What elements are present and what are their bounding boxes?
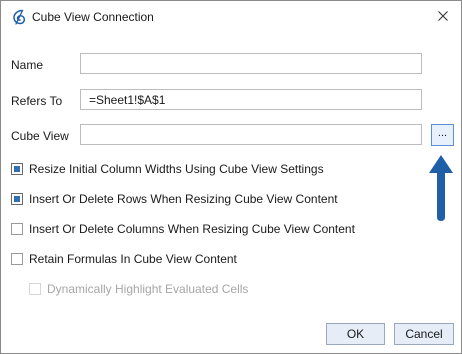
insert-delete-rows-checkbox[interactable]	[11, 193, 23, 205]
insert-delete-rows-label: Insert Or Delete Rows When Resizing Cube…	[29, 192, 338, 206]
insert-delete-columns-checkbox[interactable]	[11, 223, 23, 235]
retain-formulas-checkbox[interactable]	[11, 253, 23, 265]
cube-view-browse-button[interactable]: ...	[431, 124, 454, 146]
cube-view-field[interactable]	[80, 124, 422, 145]
retain-formulas-label: Retain Formulas In Cube View Content	[29, 252, 237, 266]
option-insert-delete-columns[interactable]: Insert Or Delete Columns When Resizing C…	[11, 221, 355, 237]
highlight-evaluated-cells-label: Dynamically Highlight Evaluated Cells	[47, 282, 249, 296]
name-field[interactable]	[80, 53, 422, 74]
up-arrow-icon	[429, 155, 453, 221]
resize-column-widths-label: Resize Initial Column Widths Using Cube …	[29, 162, 324, 176]
highlight-evaluated-cells-checkbox	[29, 283, 41, 295]
insert-delete-columns-label: Insert Or Delete Columns When Resizing C…	[29, 222, 355, 236]
cancel-button[interactable]: Cancel	[394, 323, 454, 345]
option-insert-delete-rows[interactable]: Insert Or Delete Rows When Resizing Cube…	[11, 191, 338, 207]
option-resize-column-widths[interactable]: Resize Initial Column Widths Using Cube …	[11, 161, 324, 177]
option-retain-formulas[interactable]: Retain Formulas In Cube View Content	[11, 251, 237, 267]
ok-button[interactable]: OK	[326, 323, 385, 345]
name-label: Name	[11, 58, 44, 72]
dialog-title: Cube View Connection	[32, 10, 154, 24]
close-button[interactable]	[431, 5, 455, 27]
resize-column-widths-checkbox[interactable]	[11, 163, 23, 175]
cube-view-connection-dialog: Cube View Connection Name Refers To Cube…	[0, 0, 462, 354]
cube-view-label: Cube View	[11, 129, 69, 143]
refers-to-label: Refers To	[11, 94, 63, 108]
onestream-logo-icon	[13, 9, 26, 25]
refers-to-field[interactable]	[80, 89, 422, 110]
option-highlight-evaluated-cells: Dynamically Highlight Evaluated Cells	[29, 281, 248, 297]
close-icon	[438, 11, 448, 21]
title-bar: Cube View Connection	[1, 1, 461, 33]
